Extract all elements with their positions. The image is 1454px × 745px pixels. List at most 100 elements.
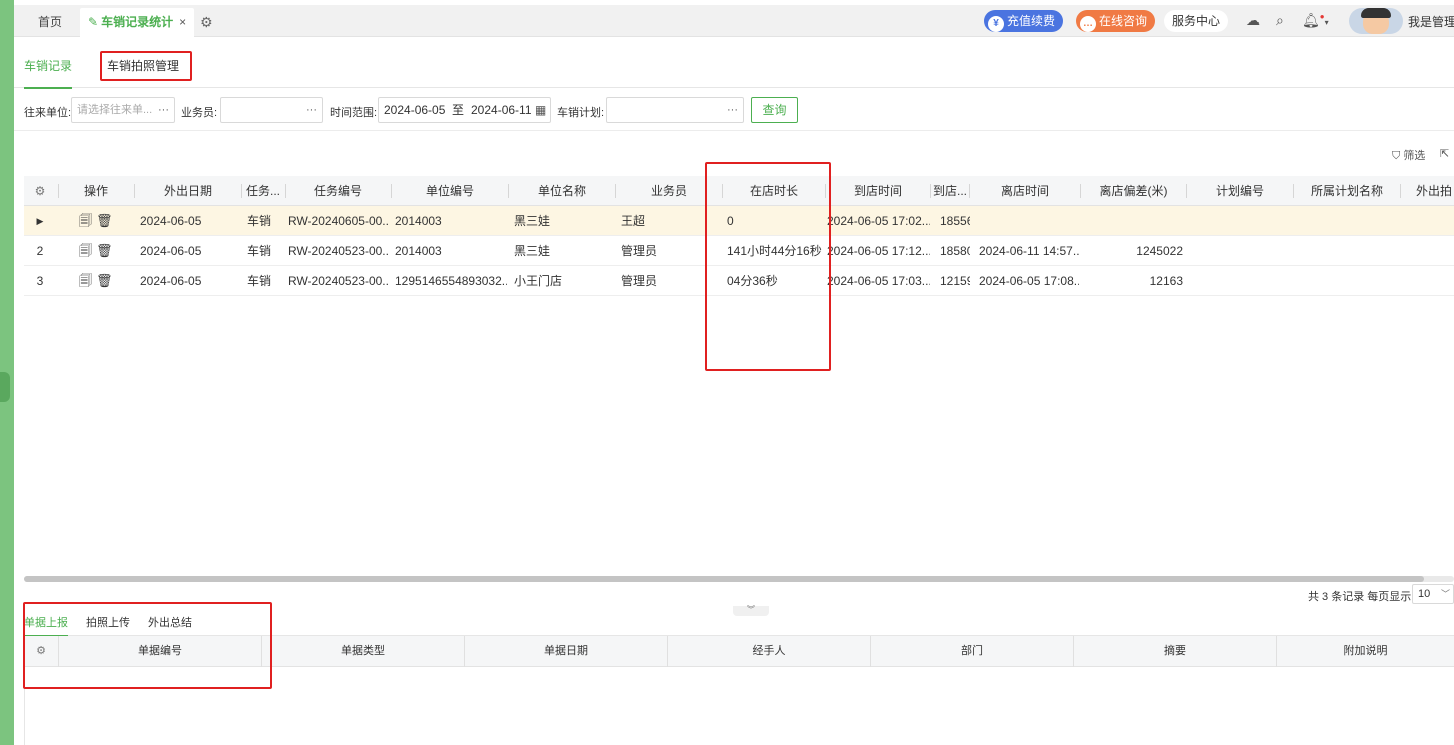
partner-input[interactable]: 请选择往来单... ··· [71, 97, 175, 123]
cell-task-type: 车销 [247, 244, 272, 258]
column-header[interactable]: 经手人 [668, 636, 870, 667]
cell-unit-name: 黑三娃 [514, 244, 551, 258]
column-header[interactable]: 单据类型 [262, 636, 464, 667]
more-icon[interactable]: ··· [727, 98, 738, 122]
chat-icon: … [1080, 16, 1096, 32]
top-tab-bar: 首页 ✎ 车销记录统计 × ⚙ ¥ 充值续费 … 在线咨询 服务中心 ☁ ⌕ 🔔︎●▾ … [14, 5, 1454, 37]
plan-input[interactable]: ··· [606, 97, 744, 123]
cell-unit-name: 小王门店 [514, 274, 563, 288]
column-header[interactable]: 任务编号 [286, 176, 390, 206]
filter-tool[interactable]: ⛉ 筛选 [1392, 147, 1425, 163]
cloud-icon[interactable]: ☁ [1246, 12, 1260, 29]
cell-date: 2024-06-05 [140, 244, 202, 258]
current-row-arrow-icon: ▶ [36, 216, 44, 226]
page-size-select[interactable]: 10 ﹀ [1412, 584, 1454, 604]
trash-icon[interactable]: 🗑︎ [96, 213, 117, 228]
funnel-icon: ⛉ [1392, 150, 1401, 162]
edit-icon: ✎ [88, 15, 99, 29]
sidebar-expand-handle[interactable] [0, 372, 10, 402]
left-side-strip [0, 0, 14, 745]
money-bag-icon: ¥ [988, 16, 1004, 32]
date-range-picker[interactable]: 2024-06-05 至 2024-06-11 ▦ [378, 97, 551, 123]
column-header[interactable]: 单位编号 [392, 176, 508, 206]
consult-label: 在线咨询 [1099, 14, 1148, 28]
row-number: 3 [36, 274, 44, 288]
date-separator: 至 [452, 103, 465, 117]
column-header[interactable]: 外出拍 [1401, 176, 1454, 206]
filter-bar: 往来单位: 请选择往来单... ··· 业务员: ··· 时间范围: 2024-0… [14, 89, 1454, 131]
query-button[interactable]: 查询 [751, 97, 798, 123]
online-consult-button[interactable]: … 在线咨询 [1076, 10, 1156, 32]
column-header[interactable]: 到店时间 [826, 176, 930, 206]
row-actions: 🗐︎🗑︎ [79, 206, 129, 236]
cell-leave-time: 2024-06-05 17:08... [979, 274, 1079, 288]
recharge-label: 充值续费 [1007, 14, 1056, 28]
tab-label: 车销记录统计 [101, 15, 174, 29]
cell-arrive-time: 2024-06-05 17:03... [827, 274, 930, 288]
column-header[interactable]: 离店时间 [970, 176, 1080, 206]
partner-placeholder: 请选择往来单... [77, 104, 153, 116]
column-header[interactable]: 摘要 [1074, 636, 1276, 667]
column-header[interactable]: 任务... [242, 176, 284, 206]
date-from[interactable]: 2024-06-05 [384, 98, 445, 122]
cell-date: 2024-06-05 [140, 274, 202, 288]
filter-label: 筛选 [1403, 150, 1426, 162]
sub-tabs: 车销记录 车销拍照管理 [14, 38, 1454, 89]
cell-arrive-deviation: 18580 [940, 244, 970, 258]
highlight-box-duration-column [705, 162, 831, 371]
column-settings-icon[interactable]: ⚙ [24, 176, 56, 206]
gear-icon[interactable]: ⚙ [200, 8, 213, 37]
collapse-panel-toggle[interactable]: ︾ [733, 606, 769, 616]
trash-icon[interactable]: 🗑︎ [96, 243, 117, 258]
column-header[interactable]: 操作 [59, 176, 133, 206]
column-header[interactable]: 部门 [871, 636, 1073, 667]
close-icon[interactable]: × [179, 15, 186, 29]
cell-leave-deviation: 1245022 [1136, 244, 1183, 258]
column-header[interactable]: 计划编号 [1187, 176, 1293, 206]
cell-arrive-deviation: 12159 [940, 274, 970, 288]
cell-leave-time [979, 206, 1079, 236]
recharge-button[interactable]: ¥ 充值续费 [984, 10, 1064, 32]
tab-car-sales-records[interactable]: 车销记录 [24, 57, 73, 89]
username[interactable]: 我是管理员 [1408, 13, 1454, 30]
row-actions: 🗐︎🗑︎ [79, 236, 129, 266]
trash-icon[interactable]: 🗑︎ [96, 273, 117, 288]
cell-task-type: 车销 [247, 274, 272, 288]
highlight-box-photo-tab [100, 51, 192, 81]
salesman-input[interactable]: ··· [220, 97, 323, 123]
service-center-button[interactable]: 服务中心 [1164, 10, 1229, 32]
cell-task-no: RW-20240523-00... [288, 244, 390, 258]
tab-car-sales-stats[interactable]: ✎ 车销记录统计 × [80, 8, 194, 37]
cell-task-type: 车销 [247, 214, 272, 228]
highlight-box-detail-tabs [23, 602, 272, 689]
column-header[interactable]: 外出日期 [135, 176, 241, 206]
column-header[interactable]: 离店偏差(米) [1081, 176, 1186, 206]
date-to[interactable]: 2024-06-11 [471, 98, 532, 122]
tab-home[interactable]: 首页 [38, 8, 62, 37]
row-actions: 🗐︎🗑︎ [79, 266, 129, 296]
avatar[interactable] [1349, 8, 1403, 34]
cell-unit-no: 2014003 [395, 214, 442, 228]
view-doc-icon[interactable]: 🗐︎ [79, 213, 96, 228]
bell-icon[interactable]: 🔔︎●▾ [1302, 12, 1329, 29]
cell-unit-name: 黑三娃 [514, 214, 551, 228]
column-header[interactable]: 单位名称 [509, 176, 615, 206]
scrollbar-thumb[interactable] [24, 576, 1424, 582]
salesman-label: 业务员: [181, 107, 218, 119]
search-icon[interactable]: ⌕ [1276, 12, 1284, 29]
column-header[interactable]: 单据日期 [465, 636, 667, 667]
view-doc-icon[interactable]: 🗐︎ [79, 243, 96, 258]
partner-label: 往来单位: [24, 107, 72, 119]
view-doc-icon[interactable]: 🗐︎ [79, 273, 96, 288]
column-header[interactable]: 到店... [931, 176, 969, 206]
cell-leave-deviation [1081, 206, 1183, 236]
export-icon[interactable]: ⇱ [1440, 147, 1449, 160]
column-header[interactable]: 附加说明 [1277, 636, 1454, 667]
page-size-value: 10 [1418, 588, 1431, 600]
more-icon[interactable]: ··· [158, 98, 169, 122]
calendar-icon[interactable]: ▦ [535, 98, 546, 122]
more-icon[interactable]: ··· [306, 98, 317, 122]
cell-task-no: RW-20240605-00... [288, 214, 390, 228]
column-header[interactable]: 所属计划名称 [1294, 176, 1400, 206]
horizontal-scrollbar[interactable] [24, 576, 1454, 582]
